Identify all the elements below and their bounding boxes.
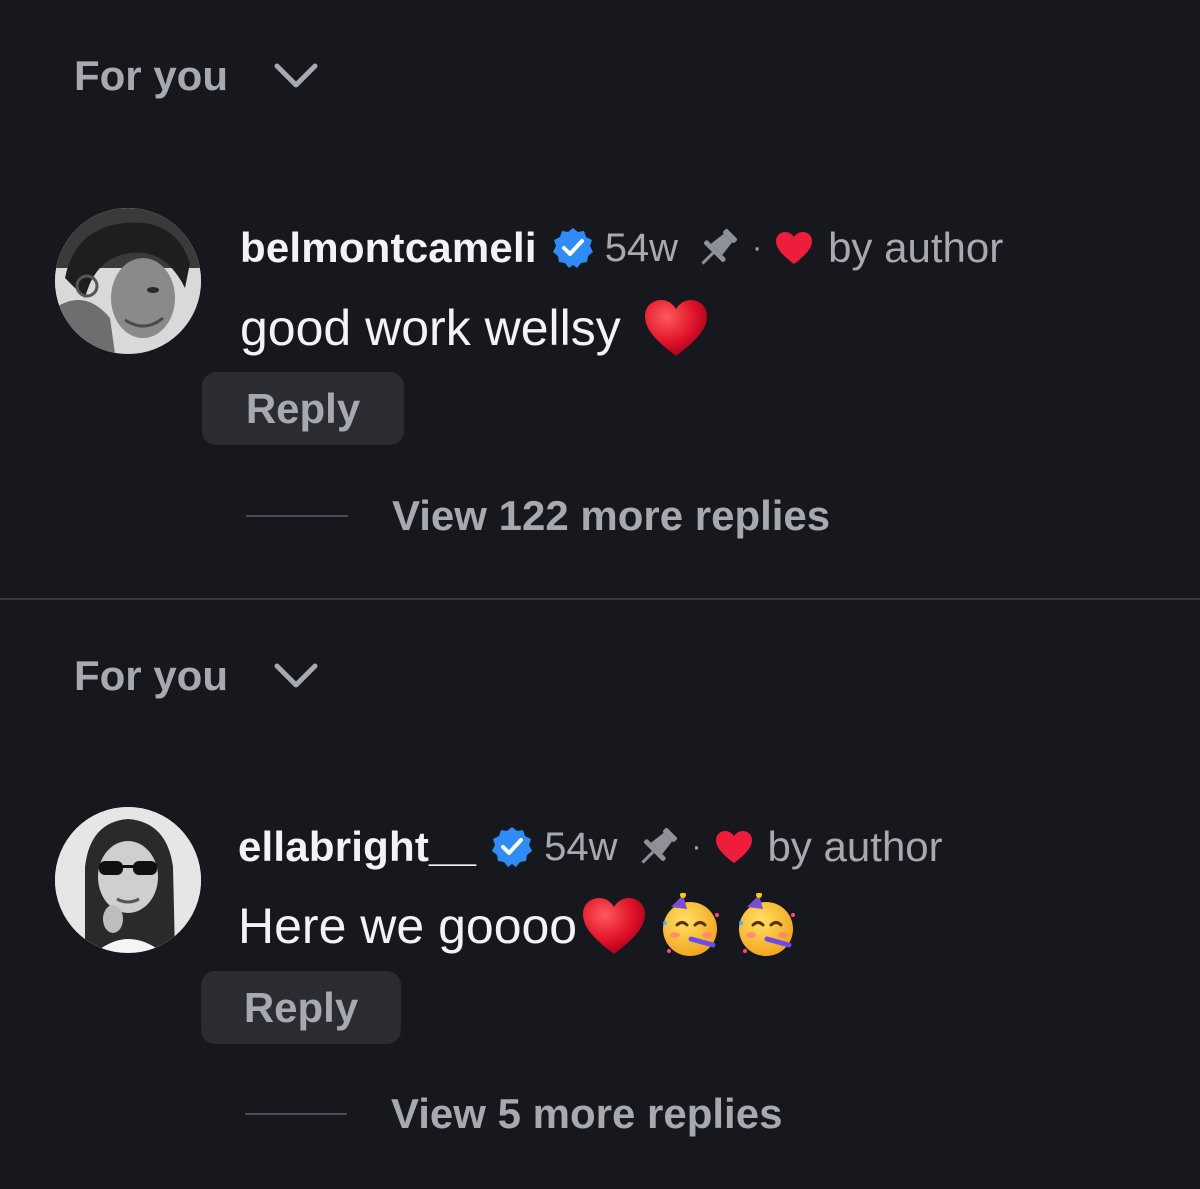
reply-button[interactable]: Reply (202, 372, 404, 445)
comment-time: 54w (604, 225, 679, 270)
comment-text: good work wellsy (240, 300, 621, 356)
meta-separator: · (691, 830, 702, 863)
comment-text: Here we goooo (238, 898, 578, 954)
comments-screen: For you belmontcameli 54w · by author go… (0, 0, 1200, 1189)
comment-time: 54w (544, 824, 618, 869)
liked-by-author-label: by author (767, 823, 943, 870)
comment-thread-2: For you ellabright__ 54w · by author Her… (0, 600, 1200, 1189)
pin-icon (701, 229, 738, 265)
comment-header: belmontcameli 54w · by author (240, 222, 1003, 274)
username[interactable]: ellabright__ (238, 823, 476, 871)
chevron-down-icon (274, 663, 318, 688)
sort-label: For you (74, 652, 228, 699)
verified-badge-icon (492, 827, 533, 867)
replies-divider-line (246, 515, 348, 517)
comment-body: good work wellsy (240, 296, 709, 360)
view-more-replies[interactable]: View 5 more replies (245, 1086, 782, 1142)
pin-icon (640, 828, 677, 864)
heart-icon (776, 232, 813, 264)
verified-badge-icon (552, 228, 593, 268)
sort-dropdown[interactable]: For you (74, 52, 320, 100)
partying-face-emoji (663, 893, 720, 956)
comment-thread-1: For you belmontcameli 54w · by author go… (0, 0, 1200, 598)
view-more-replies-label: View 5 more replies (391, 1090, 783, 1137)
avatar[interactable] (55, 208, 201, 354)
comment-body: Here we goooo (238, 893, 799, 958)
chevron-down-icon (274, 63, 318, 88)
heart-icon (715, 831, 752, 863)
comment-header: ellabright__ 54w · by author (238, 821, 943, 873)
sort-dropdown[interactable]: For you (74, 652, 320, 700)
reply-button[interactable]: Reply (201, 971, 401, 1044)
sort-label: For you (74, 52, 228, 99)
username[interactable]: belmontcameli (240, 224, 537, 272)
view-more-replies-label: View 122 more replies (392, 492, 831, 539)
view-more-replies[interactable]: View 122 more replies (246, 488, 830, 544)
avatar[interactable] (55, 807, 201, 953)
red-heart-emoji (644, 300, 707, 356)
replies-divider-line (245, 1113, 347, 1115)
red-heart-emoji (583, 898, 646, 954)
liked-by-author-label: by author (828, 224, 1004, 271)
avatar-photo (55, 208, 201, 354)
avatar-photo (55, 807, 201, 953)
meta-separator: · (752, 231, 763, 264)
partying-face-emoji (739, 893, 796, 956)
